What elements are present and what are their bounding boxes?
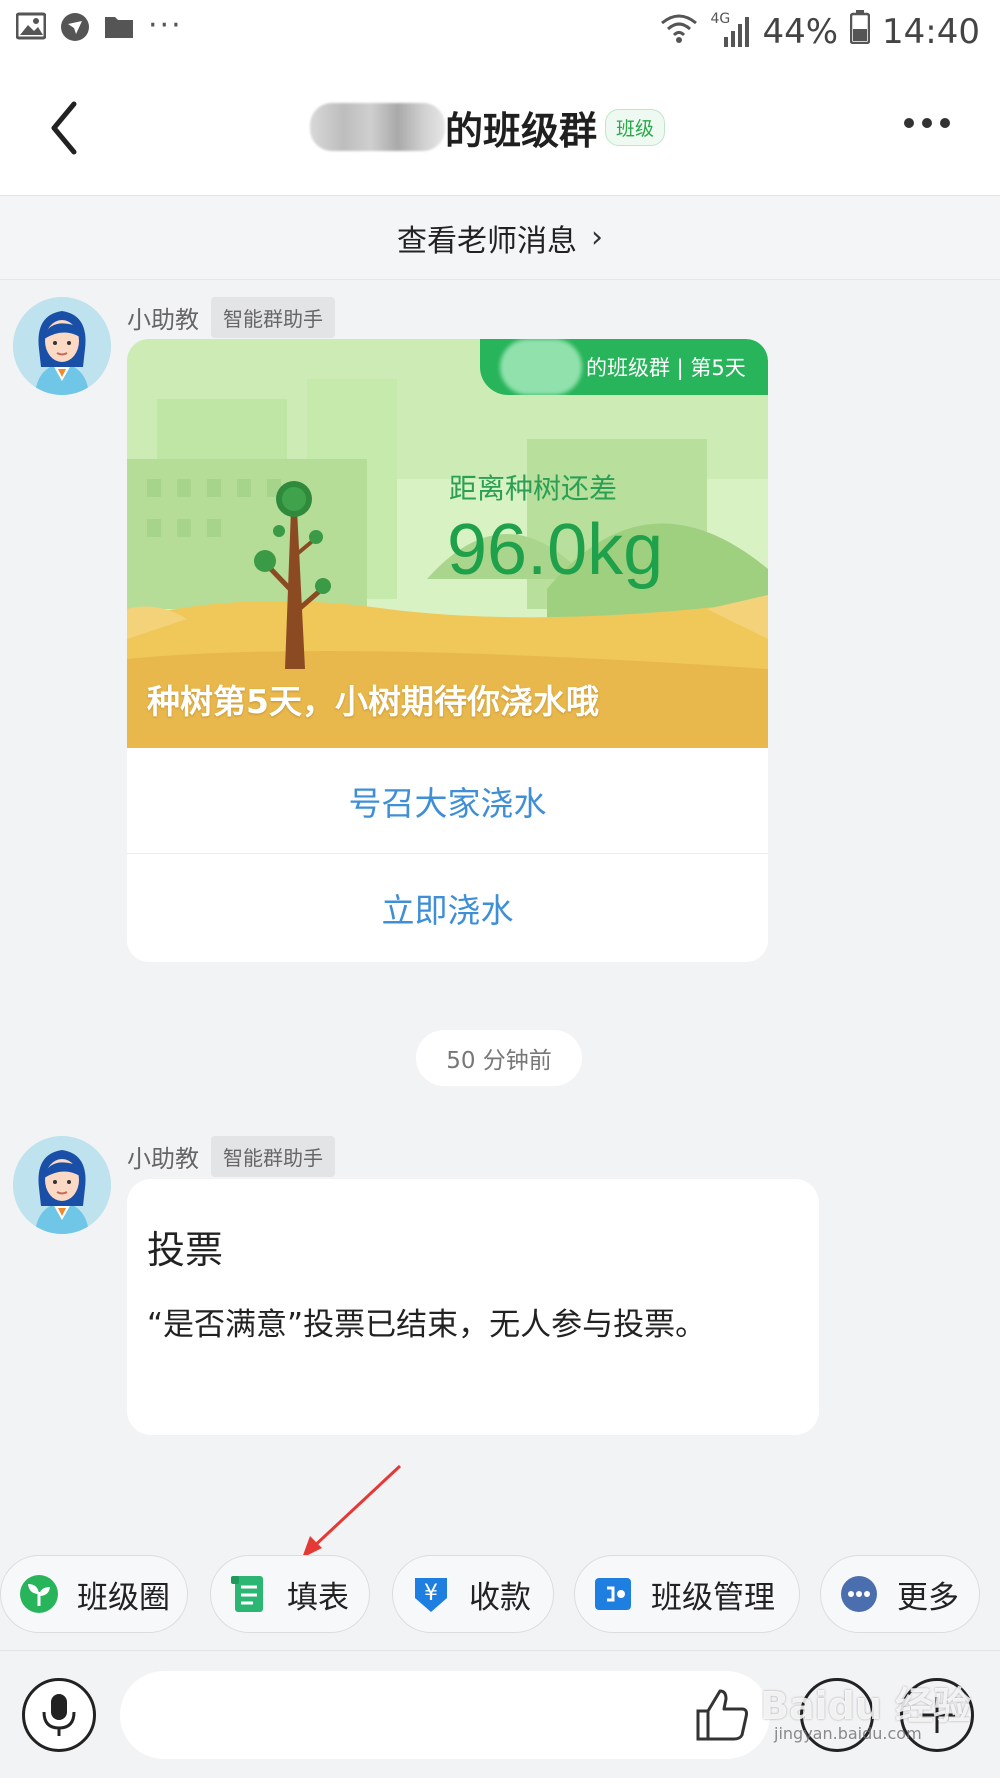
thumbs-up-icon	[696, 1689, 748, 1741]
back-button[interactable]	[40, 90, 90, 160]
form-icon	[229, 1574, 269, 1614]
collect-payment-button[interactable]: ¥ 收款	[392, 1555, 554, 1633]
cellular-signal-icon: 4G	[710, 11, 750, 49]
back-arrow-icon	[51, 101, 77, 155]
status-left-icons: ···	[15, 8, 183, 43]
sender-name: 小助教	[127, 306, 199, 334]
status-bar: ··· 4G 44% 14:40	[0, 0, 1000, 62]
voice-input-button[interactable]	[22, 1678, 96, 1752]
class-badge: 班级	[605, 108, 666, 146]
more-dot	[904, 118, 914, 128]
message-sender: 小助教 智能群助手	[127, 1136, 335, 1177]
teacher-avatar-illustration	[13, 297, 111, 395]
yuan-payment-icon: ¥	[411, 1574, 451, 1614]
time-separator: 50 分钟前	[416, 1030, 582, 1086]
vote-body: “是否满意”投票已结束，无人参与投票。	[147, 1307, 707, 1343]
quick-action-label: 班级圈	[77, 1579, 170, 1616]
distance-label: 距离种树还差	[449, 472, 618, 505]
sprout-icon	[19, 1574, 59, 1614]
status-overflow: ···	[148, 8, 183, 43]
more-actions-button[interactable]: 更多	[820, 1555, 980, 1633]
assistant-avatar[interactable]	[13, 1136, 111, 1234]
sender-tag: 智能群助手	[211, 297, 335, 338]
sender-tag: 智能群助手	[211, 1136, 335, 1177]
redacted-group-name	[310, 103, 445, 151]
like-button[interactable]	[692, 1685, 752, 1745]
quick-action-label: 收款	[469, 1579, 531, 1616]
group-title-text: 的班级群	[445, 108, 598, 153]
gallery-icon	[15, 12, 47, 40]
message-sender: 小助教 智能群助手	[127, 297, 335, 338]
svg-text:¥: ¥	[424, 1581, 438, 1606]
more-dot	[922, 118, 932, 128]
tree-caption: 种树第5天，小树期待你浇水哦	[147, 682, 599, 721]
clock: 14:40	[882, 11, 980, 52]
baidu-watermark-url: jingyan.baidu.com	[774, 1724, 922, 1743]
quick-action-label: 更多	[897, 1579, 959, 1616]
more-dots-icon	[839, 1574, 879, 1614]
group-day-pill: 的班级群 | 第5天	[480, 339, 768, 395]
vote-title: 投票	[147, 1228, 224, 1272]
chevron-right-icon: ›	[591, 220, 603, 255]
group-title: 的班级群 班级	[310, 102, 666, 153]
chat-header: 的班级群 班级	[0, 62, 1000, 196]
app-notification-icon	[60, 12, 90, 41]
tree-planting-card[interactable]: 的班级群 | 第5天 距离种树还差 96.0kg 种树第5天，小树期待你浇水哦 …	[127, 339, 768, 962]
view-teacher-messages-bar[interactable]: 查看老师消息 ›	[0, 196, 1000, 280]
call-everyone-water-button[interactable]: 号召大家浇水	[127, 748, 768, 854]
class-manage-icon	[593, 1574, 633, 1614]
distance-value: 96.0kg	[447, 510, 664, 590]
teacher-avatar-illustration	[13, 1136, 111, 1234]
vote-result-card[interactable]: 投票 “是否满意”投票已结束，无人参与投票。	[127, 1179, 819, 1435]
view-teacher-messages-label: 查看老师消息	[397, 223, 577, 259]
quick-action-label: 班级管理	[651, 1579, 775, 1616]
more-options-button[interactable]	[904, 108, 960, 138]
class-management-button[interactable]: 班级管理	[574, 1555, 800, 1633]
baidu-watermark: Baidu 经验	[760, 1684, 972, 1728]
fill-form-button[interactable]: 填表	[210, 1555, 370, 1633]
redacted-group-name	[500, 339, 582, 395]
sender-name: 小助教	[127, 1145, 199, 1173]
battery-percent: 44%	[762, 11, 839, 52]
quick-actions-bar: 班级圈 填表 ¥ 收款 班级管理 更多	[0, 1555, 1000, 1635]
message-input[interactable]	[120, 1671, 770, 1759]
status-right-icons: 4G 44% 14:40	[660, 10, 980, 53]
folder-icon	[104, 12, 134, 40]
annotation-arrow-icon	[302, 1464, 402, 1558]
more-dot	[940, 118, 950, 128]
microphone-icon	[42, 1694, 76, 1736]
water-now-button[interactable]: 立即浇水	[127, 855, 768, 961]
battery-icon	[849, 10, 871, 53]
quick-action-label: 填表	[287, 1579, 349, 1616]
group-day-label: 的班级群 | 第5天	[586, 356, 746, 380]
class-circle-button[interactable]: 班级圈	[0, 1555, 188, 1633]
assistant-avatar[interactable]	[13, 297, 111, 395]
wifi-icon	[660, 11, 698, 52]
